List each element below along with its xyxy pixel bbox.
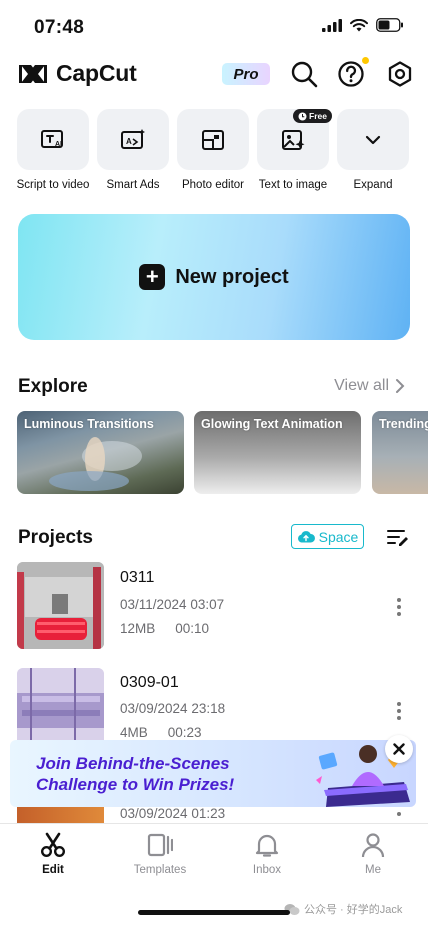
battery-icon: [376, 18, 403, 32]
notification-dot: [362, 57, 369, 64]
project-more-button[interactable]: [393, 598, 405, 616]
templates-icon: [147, 833, 173, 857]
project-meta: 4MB 00:23: [120, 725, 202, 740]
tool-smart-ads[interactable]: A: [97, 109, 169, 170]
new-project-button[interactable]: + New project: [18, 214, 410, 340]
view-all-link[interactable]: View all: [334, 377, 405, 395]
project-name[interactable]: 0311: [120, 569, 154, 587]
project-thumbnail[interactable]: [17, 562, 104, 649]
status-time: 07:48: [34, 17, 85, 38]
wifi-icon: [350, 18, 368, 31]
edit-list-icon[interactable]: [387, 528, 409, 546]
clock-icon: [298, 112, 307, 120]
banner-close-button[interactable]: [385, 735, 413, 763]
status-icons: [322, 18, 404, 32]
tab-templates[interactable]: Templates: [120, 832, 200, 876]
cellular-signal-icon: [322, 18, 342, 32]
tab-edit[interactable]: Edit: [13, 832, 93, 876]
scissors-icon: [40, 832, 66, 858]
project-thumbnail-image: [17, 562, 104, 649]
person-icon: [361, 833, 385, 858]
promo-banner[interactable]: Join Behind-the-Scenes Challenge to Win …: [10, 740, 416, 807]
tool-label-script-to-video: Script to video: [16, 179, 90, 191]
banner-line-2: Challenge to Win Prizes!: [36, 775, 235, 794]
explore-card-title: Glowing Text Animation: [201, 417, 343, 431]
smart-ads-icon: A: [121, 128, 145, 149]
explore-card-luminous-transitions[interactable]: Luminous Transitions: [17, 411, 184, 494]
tab-inbox[interactable]: Inbox: [227, 832, 307, 876]
logo-text: CapCut: [56, 60, 137, 86]
explore-card-glowing-text[interactable]: Glowing Text Animation: [194, 411, 361, 494]
search-icon[interactable]: [290, 60, 318, 88]
tool-script-to-video[interactable]: AI: [17, 109, 89, 170]
project-date: 03/09/2024 23:18: [120, 701, 226, 716]
project-thumbnail[interactable]: [17, 807, 104, 823]
space-label: Space: [318, 528, 359, 545]
script-ai-icon: AI: [41, 129, 63, 148]
tool-label-photo-editor: Photo editor: [181, 179, 244, 191]
explore-card-trending[interactable]: Trending: [372, 411, 428, 494]
tab-me[interactable]: Me: [333, 832, 413, 876]
explore-card-title: Trending: [379, 417, 428, 431]
pro-badge[interactable]: Pro: [222, 63, 270, 85]
photo-editor-icon: [202, 129, 224, 150]
new-project-label: New project: [175, 265, 289, 288]
capcut-logo: CapCut: [18, 60, 137, 87]
project-date: 03/09/2024 01:23: [120, 806, 226, 821]
tool-photo-editor[interactable]: [177, 109, 249, 170]
free-badge: Free: [293, 109, 332, 123]
project-name[interactable]: 0309-01: [120, 674, 179, 692]
banner-text: Join Behind-the-Scenes Challenge to Win …: [36, 753, 234, 795]
view-all-label: View all: [334, 377, 389, 394]
chevron-right-icon: [396, 379, 405, 393]
project-more-button[interactable]: [393, 812, 405, 816]
tab-templates-label: Templates: [133, 864, 187, 876]
project-thumbnail-image: [17, 668, 104, 740]
project-date: 03/11/2024 03:07: [120, 597, 225, 612]
chevron-down-icon: [365, 135, 381, 144]
project-size: 12MB: [120, 621, 156, 636]
explore-title: Explore: [18, 376, 88, 397]
banner-line-1: Join Behind-the-Scenes: [36, 754, 230, 773]
svg-text:AI: AI: [55, 141, 62, 148]
projects-title: Projects: [18, 527, 93, 548]
text-to-image-icon: [282, 129, 305, 150]
capcut-logo-icon: [19, 64, 47, 83]
project-duration: 00:23: [167, 725, 202, 740]
tab-edit-label: Edit: [42, 864, 64, 876]
plus-icon: +: [139, 264, 166, 290]
tool-label-smart-ads: Smart Ads: [106, 179, 160, 191]
tab-me-label: Me: [365, 864, 381, 876]
help-icon[interactable]: [337, 60, 365, 88]
close-icon: [393, 743, 405, 755]
watermark-text: 公众号 · 好学的Jack: [304, 904, 403, 916]
svg-text:A: A: [126, 137, 132, 146]
project-duration: 00:10: [175, 621, 210, 636]
bell-icon: [255, 834, 279, 857]
tool-label-text-to-image: Text to image: [258, 179, 328, 191]
cloud-upload-icon: [297, 531, 315, 543]
explore-card-title: Luminous Transitions: [24, 417, 154, 431]
tab-inbox-label: Inbox: [252, 864, 282, 876]
project-size: 4MB: [120, 725, 148, 740]
space-button[interactable]: Space: [291, 524, 364, 549]
watermark: 公众号 · 好学的Jack: [284, 901, 402, 917]
free-badge-label: Free: [309, 111, 327, 121]
project-more-button[interactable]: [393, 702, 405, 720]
tool-expand[interactable]: [337, 109, 409, 170]
project-meta: 12MB 00:10: [120, 621, 209, 636]
tool-label-expand: Expand: [353, 179, 393, 191]
project-thumbnail[interactable]: [17, 668, 104, 740]
settings-icon[interactable]: [386, 60, 414, 88]
home-indicator: [138, 910, 290, 915]
